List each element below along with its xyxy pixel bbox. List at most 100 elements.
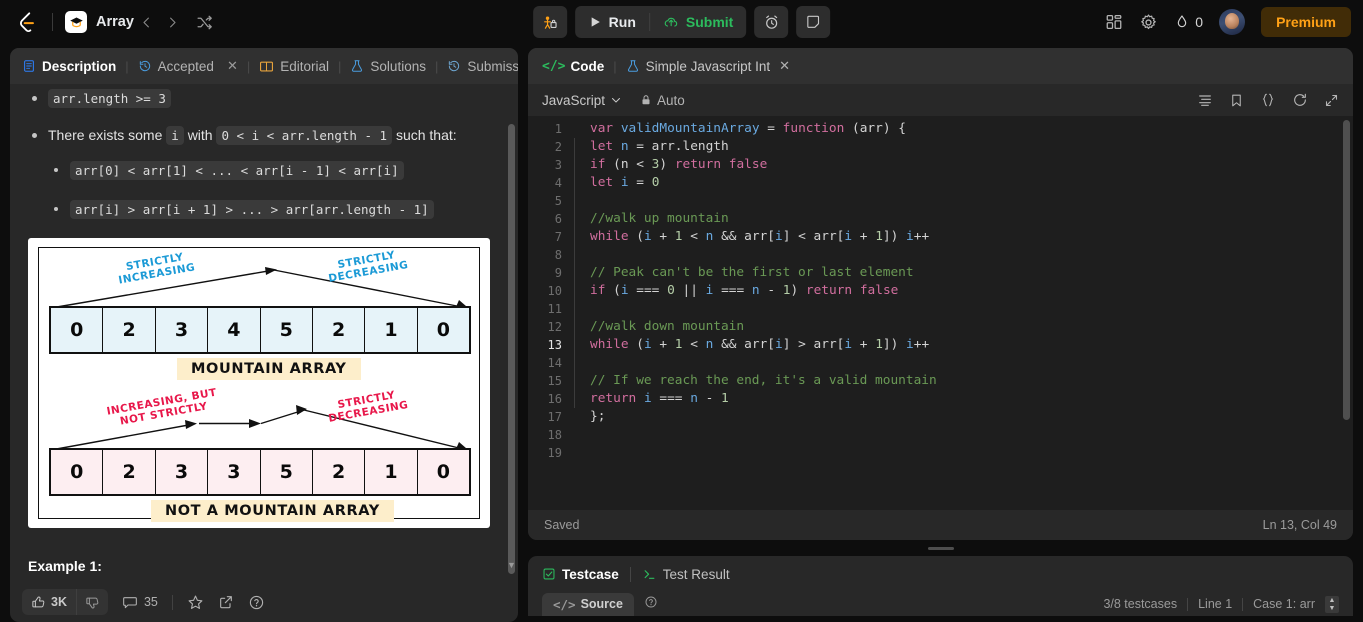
tab-description[interactable]: Description (22, 48, 116, 84)
tab-divider: | (246, 58, 251, 74)
premium-button[interactable]: Premium (1261, 7, 1351, 37)
layout-grid-icon[interactable] (1105, 13, 1123, 31)
code-line: 13 while (i + 1 < n && arr[i] > arr[i + 1… (528, 336, 1353, 354)
code-lines: 1 var validMountainArray = function (arr)… (528, 120, 1353, 462)
array-cell: 4 (208, 308, 261, 352)
run-button[interactable]: Run (575, 6, 649, 38)
exists-mid: with (187, 127, 213, 143)
tab-test-result[interactable]: Test Result (642, 567, 730, 582)
line-number: 3 (554, 158, 562, 172)
play-icon (591, 17, 600, 27)
favorite-button[interactable] (187, 594, 204, 611)
example-heading: Example 1: (28, 558, 102, 574)
leetcode-logo-icon[interactable] (14, 9, 40, 35)
panel-resize-handle[interactable] (528, 544, 1353, 552)
share-button[interactable] (218, 594, 234, 610)
line-number: 2 (554, 140, 562, 154)
code-brackets-icon: </> (542, 58, 566, 74)
tab-divider: | (125, 58, 129, 74)
reset-icon[interactable] (1292, 92, 1308, 108)
editor-scrollbar[interactable] (1343, 120, 1350, 420)
code-line: 3 if (n < 3) return false (528, 156, 1353, 174)
tab-code[interactable]: </> Code (542, 59, 604, 74)
comment-count: 35 (143, 595, 158, 609)
array-cell: 3 (155, 308, 209, 352)
chevron-down-icon (612, 98, 621, 103)
gear-icon[interactable] (1139, 13, 1158, 32)
upvote-button[interactable]: 3K (22, 589, 76, 615)
streak-counter[interactable]: 0 (1174, 14, 1203, 30)
tab-submissions[interactable]: Submissi (447, 48, 518, 84)
flame-icon (1178, 15, 1187, 28)
checkbox-checked-icon (543, 568, 555, 580)
tab-accepted[interactable]: Accepted ✕ (138, 48, 238, 84)
graduation-cap-icon[interactable] (65, 11, 87, 33)
help-button[interactable] (248, 594, 265, 611)
code-line: 15 // If we reach the end, it's a valid m… (528, 372, 1353, 390)
prev-problem-button[interactable] (134, 9, 160, 35)
line-info: Line 1 (1198, 597, 1233, 611)
language-selector[interactable]: JavaScript (542, 93, 622, 108)
next-problem-button[interactable] (160, 9, 186, 35)
note-icon[interactable] (796, 6, 831, 38)
sub-condition-item: arr[i] > arr[i + 1] > ... > arr[arr.leng… (48, 199, 492, 220)
code-tabbar: </> Code | Simple Javascript Int ✕ (528, 48, 1353, 84)
source-button[interactable]: </> Source (542, 592, 634, 616)
array-cell: 0 (417, 308, 469, 352)
bookmark-icon[interactable] (1229, 93, 1244, 108)
tab-testcase[interactable]: Testcase (542, 567, 619, 582)
comments-button[interactable]: 35 (122, 594, 158, 610)
downvote-button[interactable] (75, 589, 108, 615)
tab-editorial[interactable]: Editorial (259, 48, 329, 84)
line-number: 14 (547, 356, 562, 370)
code-editor[interactable]: 1 var validMountainArray = function (arr)… (528, 116, 1353, 510)
stepper-up-icon[interactable]: ▲ (1329, 597, 1336, 604)
tab-solutions[interactable]: Solutions (350, 48, 426, 84)
line-number: 12 (547, 320, 562, 334)
format-lines-icon[interactable] (1197, 92, 1213, 108)
line-number: 8 (554, 248, 562, 262)
run-label: Run (608, 14, 636, 30)
tab-simple-javascript-interview[interactable]: Simple Javascript Int (626, 59, 770, 74)
array-cell: 0 (417, 450, 469, 494)
line-number: 11 (547, 302, 562, 316)
braces-icon[interactable] (1260, 92, 1276, 108)
shuffle-icon[interactable] (192, 9, 218, 35)
scrollbar-thumb[interactable] (508, 124, 515, 574)
auto-toggle[interactable]: Auto (640, 93, 685, 108)
indent-guide (574, 300, 575, 318)
expand-icon[interactable] (1324, 93, 1339, 108)
code-line: 18 (528, 426, 1353, 444)
testcase-stepper[interactable]: ▲ ▼ (1325, 595, 1339, 613)
code-text: if (n < 3) return false (590, 157, 768, 172)
testcase-help-icon[interactable] (644, 595, 658, 614)
line-number: 19 (547, 446, 562, 460)
code-text: //walk up mountain (590, 211, 729, 226)
code-line: 14 (528, 354, 1353, 372)
array-cell: 5 (260, 308, 313, 352)
stepper-down-icon[interactable]: ▼ (1329, 605, 1336, 612)
array-cell: 2 (103, 308, 156, 352)
tab-solutions-label: Solutions (370, 58, 426, 74)
alarm-clock-icon[interactable] (754, 6, 789, 38)
array-cell: 1 (365, 308, 418, 352)
scroll-down-arrow-icon[interactable]: ▼ (507, 560, 516, 570)
tab-accepted-close-icon[interactable]: ✕ (227, 58, 238, 74)
tab2-close-icon[interactable]: ✕ (779, 58, 790, 74)
exists-variable: i (166, 126, 184, 145)
array-cell: 0 (51, 450, 104, 494)
line-number: 7 (554, 230, 562, 244)
indent-guide (574, 354, 575, 372)
submit-button[interactable]: Submit (650, 6, 746, 38)
sub-condition-code: arr[i] > arr[i + 1] > ... > arr[arr.leng… (70, 200, 434, 219)
not-mountain-array-caption: NOT A MOUNTAIN ARRAY (151, 500, 394, 522)
code-toolbar: JavaScript Auto (528, 84, 1353, 116)
save-status: Saved (544, 518, 580, 532)
robot-debug-icon[interactable] (532, 6, 567, 38)
mountain-array-caption: MOUNTAIN ARRAY (177, 358, 361, 380)
constraint-code: arr.length >= 3 (48, 89, 171, 108)
sub-condition-code: arr[0] < arr[1] < ... < arr[i - 1] < arr… (70, 161, 404, 180)
auto-label: Auto (657, 92, 685, 108)
avatar[interactable] (1219, 9, 1246, 35)
description-scrollbar[interactable]: ▼ (507, 124, 516, 574)
